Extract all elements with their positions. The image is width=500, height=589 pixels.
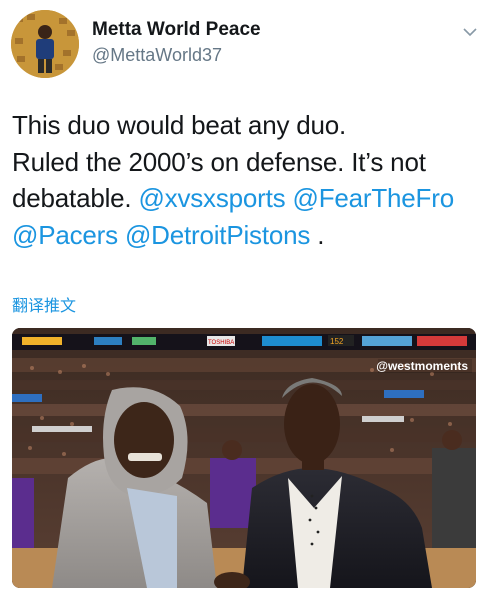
tweet-line-1: This duo would beat any duo. <box>12 110 347 140</box>
tweet-line-2: Ruled the 2000’s on defense. It’s not <box>12 146 426 177</box>
sponsor-text: TOSHIBA <box>208 340 234 346</box>
tweet-line-3: debatable. @xvsxsports @FearTheFro <box>12 180 492 217</box>
tweet-text: This duo would beat any duo. Ruled the 2… <box>12 107 492 253</box>
mention-fearthefro[interactable]: @FearTheFro <box>293 183 455 213</box>
arena-photo: TOSHIBA 152 @westmoments <box>12 328 476 588</box>
tweet-line-3-text: debatable. <box>12 183 139 213</box>
author-name[interactable]: Metta World Peace <box>92 18 261 42</box>
mention-xvsxsports[interactable]: @xvsxsports <box>138 183 285 213</box>
photo-watermark: @westmoments <box>376 359 468 373</box>
scoreboard-text: 152 <box>330 337 344 346</box>
avatar-image <box>11 10 79 78</box>
mention-pacers[interactable]: @Pacers <box>12 220 118 250</box>
tweet-photo[interactable]: TOSHIBA 152 @westmoments <box>12 328 476 588</box>
avatar[interactable] <box>11 10 79 78</box>
translate-tweet-link[interactable]: 翻译推文 <box>12 292 76 316</box>
tweet-line-4: @Pacers @DetroitPistons . <box>12 217 492 254</box>
author-handle[interactable]: @MettaWorld37 <box>92 43 261 67</box>
mention-detroitpistons[interactable]: @DetroitPistons <box>125 220 310 250</box>
author-block: Metta World Peace @MettaWorld37 <box>92 18 261 67</box>
tweet-trailing-period: . <box>310 219 325 250</box>
chevron-down-icon[interactable] <box>462 24 478 40</box>
